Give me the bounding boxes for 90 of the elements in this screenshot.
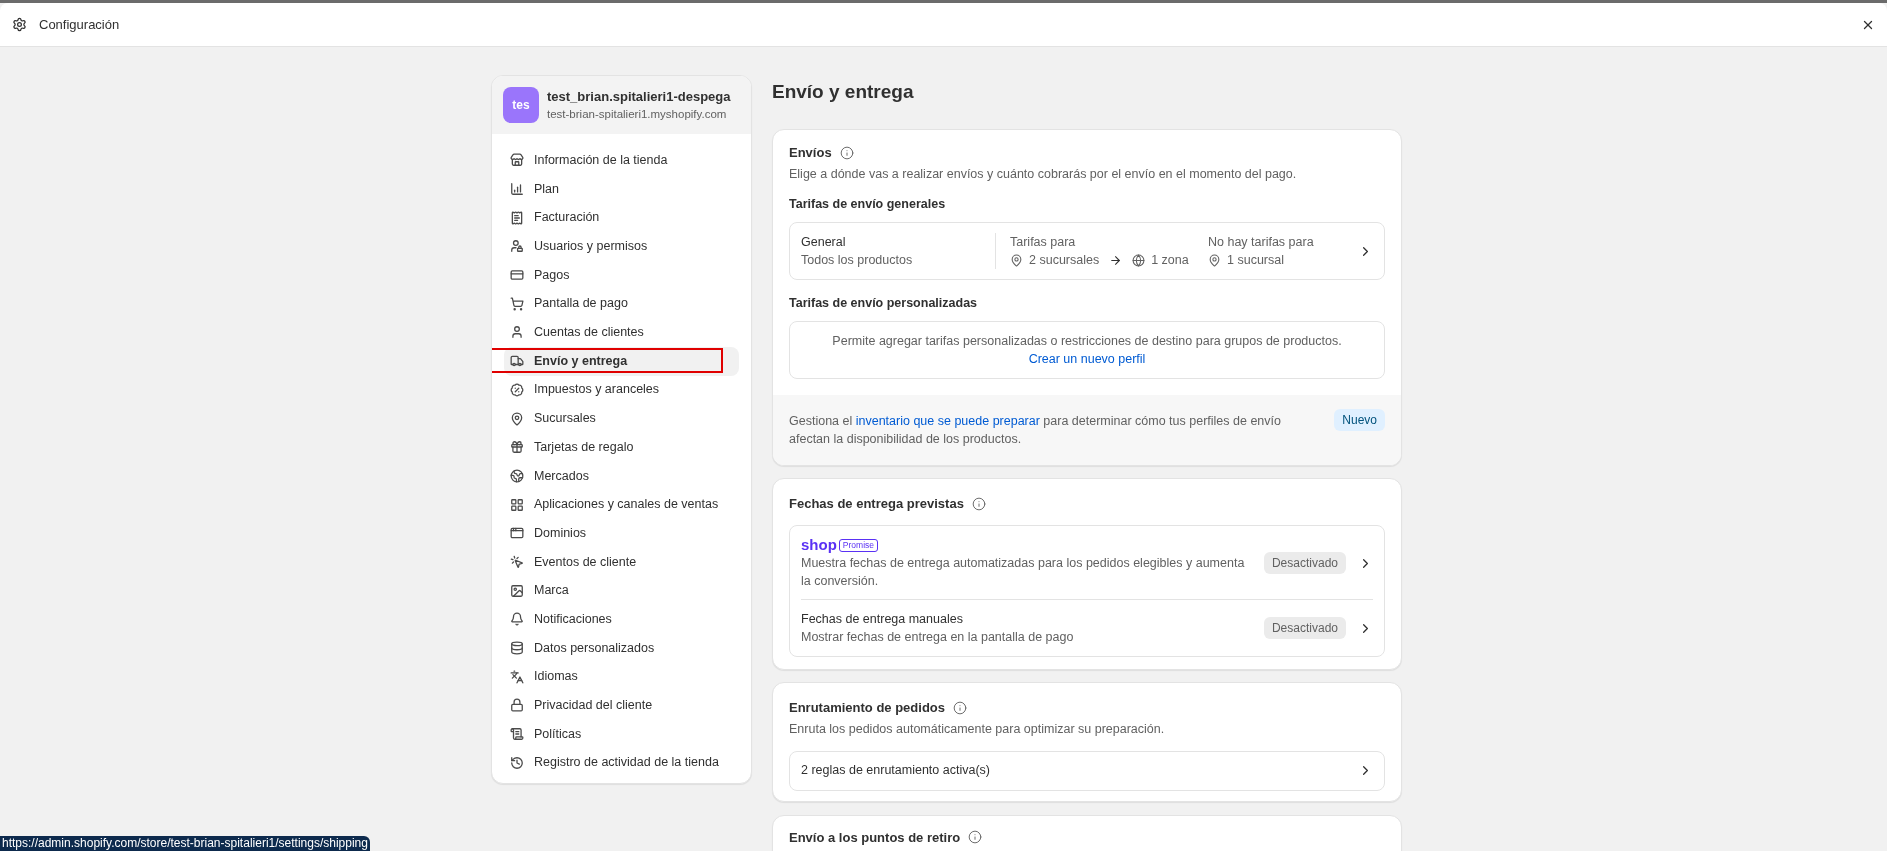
section-description: Enruta los pedidos automáticamente para optimizar su preparación. [789, 720, 1166, 738]
inventory-link[interactable]: inventario que se puede preparar [855, 413, 1040, 428]
shipping-profile-row[interactable]: General Todos los productos Tarifas para 2 sucursales 1 zona No hay tarifas para 1 sucursal [789, 222, 1385, 280]
history-icon [510, 755, 524, 770]
store-avatar: tes [503, 87, 539, 123]
map-pin-icon [1010, 253, 1023, 267]
person-icon [510, 325, 524, 340]
map-pin-icon [510, 411, 524, 426]
empty-state-text: Permite agregar tarifas personalizadas o restricciones de destino para grupos de productos. [832, 332, 1342, 350]
card-icon [510, 268, 524, 283]
map-pin-icon [1208, 253, 1221, 267]
percent-badge-icon [510, 382, 524, 397]
subsection-title: Tarifas de envío generales [789, 196, 947, 214]
routing-rules-row[interactable]: 2 reglas de enrutamiento activa(s) [789, 750, 1385, 791]
bar-chart-icon [510, 182, 524, 197]
sidebar-item[interactable]: Registro de actividad de la tienda [504, 748, 739, 778]
sidebar-item[interactable]: Sucursales [504, 404, 739, 433]
option-description: Mostrar fechas de entrega en la pantalla de pago [801, 629, 1075, 647]
apps-grid-icon [510, 497, 524, 512]
profile-name: General [801, 234, 847, 251]
info-icon[interactable] [971, 496, 986, 511]
sidebar-item[interactable]: Pagos [504, 260, 739, 290]
sidebar-item[interactable]: Información de la tienda [504, 146, 739, 175]
sidebar-item[interactable]: Idiomas [504, 662, 739, 692]
user-lock-icon [510, 239, 524, 254]
bell-icon [510, 612, 524, 627]
delivery-option-row[interactable]: shop Promise Muestra fechas de entrega automatizadas para los pedidos elegibles y aumenta la conversión. Desactivado [801, 526, 1373, 600]
sidebar-item[interactable]: Facturación [504, 203, 739, 233]
sidebar-item[interactable]: Dominios [504, 518, 739, 548]
new-badge: Nuevo [1334, 408, 1385, 431]
inventory-note: Gestiona el inventario que se puede preparar para determinar cómo tus perfiles de envío afectan la disponibilidad de los productos. [789, 412, 1282, 448]
rates-label: Tarifas para [1010, 234, 1077, 251]
lock-icon [510, 698, 524, 713]
status-badge: Desactivado [1263, 552, 1346, 575]
store-domain: test-brian-spitalieri1.myshopify.com [547, 107, 728, 122]
arrow-icon [1109, 253, 1123, 267]
sidebar-item[interactable]: Impuestos y aranceles [504, 375, 739, 405]
sidebar-item[interactable]: Usuarios y permisos [504, 232, 739, 261]
status-url-tooltip: https://admin.shopify.com/store/test-brian-spitalieri1/settings/shipping [0, 836, 370, 851]
delivery-option-row[interactable]: Fechas de entrega manuales Mostrar fechas de entrega en la pantalla de pago Desactivado [801, 599, 1373, 657]
sidebar-item[interactable]: Cuentas de clientes [504, 318, 739, 347]
section-title: Fechas de entrega previstas [789, 494, 964, 513]
info-icon[interactable] [953, 701, 967, 715]
sidebar-item[interactable]: Aplicaciones y canales de ventas [504, 490, 739, 519]
no-rates-label: No hay tarifas para [1208, 234, 1315, 251]
language-icon [510, 669, 524, 684]
section-title: Envío a los puntos de retiro [789, 828, 961, 847]
option-title: Fechas de entrega manuales [801, 611, 964, 629]
sidebar-item[interactable]: Mercados [504, 461, 739, 491]
browser-window-icon [510, 526, 524, 541]
page-title: Envío y entrega [772, 80, 915, 104]
sidebar-item[interactable]: Tarjetas de regalo [504, 432, 739, 462]
sidebar-item[interactable]: Notificaciones [504, 605, 739, 634]
section-description: Elige a dónde vas a realizar envíos y cuánto cobrarás por el envío en el momento del pago. [789, 165, 1298, 183]
section-title: Envíos [789, 144, 832, 162]
gift-icon [510, 440, 524, 455]
sidebar-item[interactable]: Políticas [504, 719, 739, 749]
routing-rules-text: 2 reglas de enrutamiento activa(s) [801, 762, 991, 780]
sidebar-item[interactable]: Datos personalizados [504, 633, 739, 663]
create-profile-link[interactable]: Crear un nuevo perfil [1028, 349, 1146, 368]
profile-products: Todos los productos [801, 252, 914, 269]
subsection-title: Tarifas de envío personalizadas [789, 295, 979, 312]
database-icon [510, 641, 524, 656]
store-name: test_brian.spitalieri1-despega [547, 88, 731, 106]
cursor-click-icon [510, 554, 524, 569]
sidebar-item[interactable]: Marca [504, 576, 739, 605]
excluded-count: 1 sucursal [1227, 252, 1284, 269]
image-icon [510, 583, 524, 598]
info-icon[interactable] [968, 830, 983, 845]
truck-icon [510, 354, 524, 369]
status-badge: Desactivado [1263, 617, 1346, 640]
section-title: Enrutamiento de pedidos [789, 699, 945, 718]
zones-count: 1 zona [1151, 252, 1189, 269]
sidebar-item[interactable]: Pantalla de pago [504, 289, 739, 319]
cart-icon [510, 296, 524, 311]
scroll-icon [510, 727, 524, 742]
sidebar-item[interactable]: Privacidad del cliente [504, 691, 739, 720]
receipt-icon [510, 210, 524, 225]
sidebar-item[interactable]: Eventos de cliente [504, 547, 739, 577]
shop-logo: shop [801, 536, 837, 555]
globe-icon [1132, 253, 1146, 267]
globe-icon [510, 468, 524, 483]
origins-count: 2 sucursales [1029, 252, 1100, 269]
store-icon [510, 153, 524, 168]
promise-tag: Promise [838, 538, 879, 552]
info-icon[interactable] [839, 145, 854, 160]
option-description: Muestra fechas de entrega automatizadas para los pedidos elegibles y aumenta la conversión. [801, 555, 1246, 591]
sidebar-item[interactable]: Plan [504, 174, 739, 204]
settings-icon [12, 17, 27, 32]
window-title: Configuración [39, 15, 120, 34]
